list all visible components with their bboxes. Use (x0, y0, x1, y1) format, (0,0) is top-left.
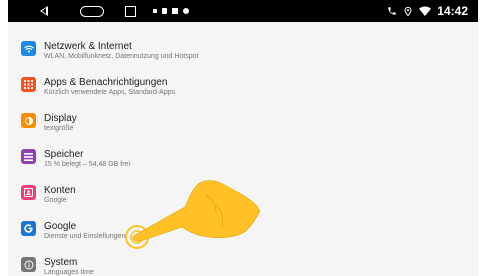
brightness-icon (21, 113, 36, 128)
storage-icon (21, 149, 36, 164)
notification-icons (153, 0, 189, 22)
item-title: Google (44, 221, 77, 232)
item-subtitle: WLAN, Mobilfunknetz, Datennutzung und Ho… (44, 53, 199, 60)
apps-icon (21, 77, 36, 92)
back-button[interactable] (40, 0, 48, 22)
wifi-icon (21, 41, 36, 56)
recents-icon (125, 5, 136, 17)
info-icon (21, 257, 36, 272)
home-button[interactable] (80, 0, 104, 22)
item-subtitle: Google (44, 197, 67, 204)
item-subtitle: Kürzlich verwendete Apps, Standard-Apps (44, 89, 176, 96)
status-bar: 14:42 (8, 0, 478, 22)
clock: 14:42 (437, 4, 468, 18)
location-icon (404, 6, 412, 16)
home-icon (80, 5, 104, 17)
recents-button[interactable] (125, 0, 136, 22)
notification-icon (153, 9, 157, 13)
item-title: Speicher (44, 149, 84, 160)
item-title: Display (44, 113, 77, 124)
item-title: System (44, 257, 78, 268)
account-icon (21, 185, 36, 200)
item-title: Apps & Benachrichtigungen (44, 77, 168, 88)
wifi-icon (419, 6, 432, 16)
settings-item-display[interactable]: Display textgröße (8, 104, 478, 140)
item-title: Konten (44, 185, 76, 196)
google-icon (21, 221, 36, 236)
notification-icon (183, 8, 189, 14)
settings-item-apps[interactable]: Apps & Benachrichtigungen Kürzlich verwe… (8, 68, 478, 104)
phone-icon (388, 7, 397, 15)
notification-icon (172, 8, 178, 14)
item-subtitle: textgröße (44, 125, 74, 132)
back-icon (40, 6, 48, 16)
notification-icon (162, 8, 167, 14)
settings-item-network[interactable]: Netzwerk & Internet WLAN, Mobilfunknetz,… (8, 32, 478, 68)
status-indicators: 14:42 (387, 0, 468, 22)
item-subtitle: Languages time (44, 269, 94, 276)
pointing-hand-icon (125, 180, 261, 249)
item-title: Netzwerk & Internet (44, 41, 132, 52)
